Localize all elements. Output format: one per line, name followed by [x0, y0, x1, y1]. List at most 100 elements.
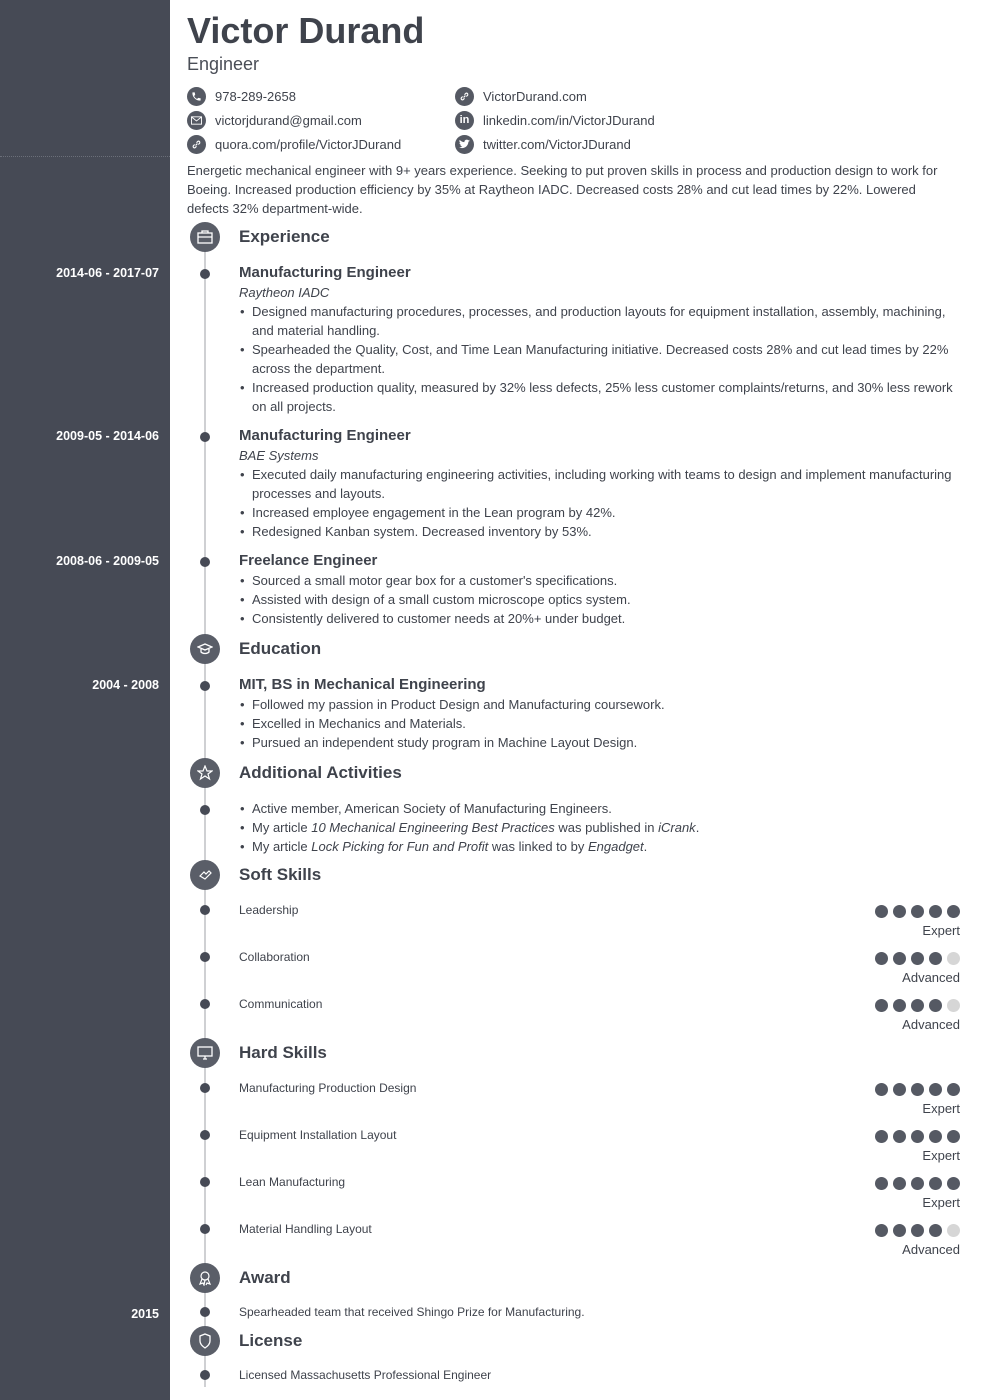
- skill-name: Equipment Installation Layout: [239, 1128, 397, 1142]
- timeline-dot: [200, 432, 210, 442]
- timeline-dot: [200, 1370, 210, 1380]
- rating-dot: [911, 905, 924, 918]
- timeline-dot: [200, 805, 210, 815]
- rating-dot: [875, 952, 888, 965]
- rating-dot: [911, 1224, 924, 1237]
- rating-dot: [893, 1130, 906, 1143]
- contact-website[interactable]: VictorDurand.com: [455, 85, 587, 107]
- entry-date: 2015: [131, 1307, 159, 1321]
- license-text: Licensed Massachusetts Professional Engi…: [239, 1368, 492, 1382]
- contact-email[interactable]: victorjdurand@gmail.com: [187, 109, 362, 131]
- skill-level: Expert: [922, 923, 960, 938]
- skill-name: Leadership: [239, 903, 299, 917]
- contact-phone[interactable]: 978-289-2658: [187, 85, 296, 107]
- contact-twitter[interactable]: twitter.com/VictorJDurand: [455, 133, 631, 155]
- rating-dot: [929, 1177, 942, 1190]
- award-text: Spearheaded team that received Shingo Pr…: [239, 1305, 585, 1319]
- email-icon: [187, 110, 206, 130]
- bullet: Assisted with design of a small custom m…: [239, 590, 959, 609]
- rating-dot: [893, 1224, 906, 1237]
- rating-dot: [911, 999, 924, 1012]
- candidate-title: Engineer: [187, 54, 260, 74]
- contact-text: quora.com/profile/VictorJDurand: [215, 136, 402, 152]
- skill-rating: [875, 999, 960, 1012]
- skill-rating: [875, 1177, 960, 1190]
- entry-date: 2008-06 - 2009-05: [56, 554, 159, 568]
- bullet: Active member, American Society of Manuf…: [239, 799, 959, 818]
- entry-title: Manufacturing Engineer: [239, 427, 411, 444]
- entry-date: 2009-05 - 2014-06: [56, 429, 159, 443]
- rating-dot: [947, 999, 960, 1012]
- bullet: Increased employee engagement in the Lea…: [239, 503, 959, 522]
- section-heading-license: License: [239, 1331, 303, 1350]
- timeline-dot: [200, 905, 210, 915]
- bullet: Spearheaded the Quality, Cost, and Time …: [239, 340, 959, 378]
- timeline-dot: [200, 269, 210, 279]
- rating-dot: [947, 1177, 960, 1190]
- entry-title: Manufacturing Engineer: [239, 264, 411, 281]
- rating-dot: [893, 999, 906, 1012]
- rating-dot: [875, 905, 888, 918]
- skill-level: Expert: [922, 1148, 960, 1163]
- skill-rating: [875, 1224, 960, 1237]
- section-heading-soft-skills: Soft Skills: [239, 865, 322, 884]
- timeline-dot: [200, 952, 210, 962]
- rating-dot: [929, 1224, 942, 1237]
- rating-dot: [911, 1130, 924, 1143]
- rating-dot: [947, 952, 960, 965]
- rating-dot: [893, 1177, 906, 1190]
- bullet: Excelled in Mechanics and Materials.: [239, 714, 959, 733]
- award-icon: [190, 1263, 220, 1293]
- contact-text: 978-289-2658: [215, 88, 296, 104]
- rating-dot: [947, 1083, 960, 1096]
- rating-dot: [875, 1083, 888, 1096]
- timeline-dot: [200, 1130, 210, 1140]
- timeline-dot: [200, 1224, 210, 1234]
- timeline-dot: [200, 1177, 210, 1187]
- entry-company: Raytheon IADC: [239, 285, 330, 300]
- contact-text: twitter.com/VictorJDurand: [483, 136, 631, 152]
- timeline-dot: [200, 681, 210, 691]
- contact-quora[interactable]: quora.com/profile/VictorJDurand: [187, 133, 401, 155]
- rating-dot: [911, 952, 924, 965]
- rating-dot: [911, 1177, 924, 1190]
- skill-level: Advanced: [902, 970, 960, 985]
- rating-dot: [893, 905, 906, 918]
- skill-name: Communication: [239, 997, 323, 1011]
- section-heading-hard-skills: Hard Skills: [239, 1043, 327, 1062]
- bullet: Pursued an independent study program in …: [239, 733, 959, 752]
- rating-dot: [929, 1083, 942, 1096]
- rating-dot: [893, 952, 906, 965]
- experience-entry: Freelance Engineer Sourced a small motor…: [239, 551, 959, 628]
- entry-title: MIT, BS in Mechanical Engineering: [239, 676, 486, 693]
- bullet: Increased production quality, measured b…: [239, 378, 959, 416]
- skill-level: Advanced: [902, 1242, 960, 1257]
- skill-level: Expert: [922, 1101, 960, 1116]
- contact-text: VictorDurand.com: [483, 88, 587, 104]
- bullet: Executed daily manufacturing engineering…: [239, 465, 959, 503]
- contact-linkedin[interactable]: in linkedin.com/in/VictorJDurand: [455, 109, 655, 131]
- experience-entry: Manufacturing Engineer BAE Systems Execu…: [239, 426, 959, 541]
- rating-dot: [893, 1083, 906, 1096]
- sidebar: [0, 0, 170, 1400]
- skill-name: Collaboration: [239, 950, 310, 964]
- graduation-cap-icon: [190, 634, 220, 664]
- star-icon: [190, 758, 220, 788]
- section-heading-education: Education: [239, 639, 322, 658]
- bullet: Followed my passion in Product Design an…: [239, 695, 959, 714]
- rating-dot: [947, 1130, 960, 1143]
- contact-text: linkedin.com/in/VictorJDurand: [483, 112, 655, 128]
- bullet: Redesigned Kanban system. Decreased inve…: [239, 522, 959, 541]
- rating-dot: [875, 1130, 888, 1143]
- entry-title: Freelance Engineer: [239, 552, 378, 569]
- entry-date: 2014-06 - 2017-07: [56, 266, 159, 280]
- rating-dot: [947, 1224, 960, 1237]
- entry-company: BAE Systems: [239, 448, 319, 463]
- rating-dot: [929, 905, 942, 918]
- rating-dot: [875, 1224, 888, 1237]
- skill-rating: [875, 1083, 960, 1096]
- skill-name: Material Handling Layout: [239, 1222, 372, 1236]
- linkedin-icon: in: [455, 110, 474, 130]
- bullet: My article Lock Picking for Fun and Prof…: [239, 837, 959, 856]
- bullet: Designed manufacturing procedures, proce…: [239, 302, 959, 340]
